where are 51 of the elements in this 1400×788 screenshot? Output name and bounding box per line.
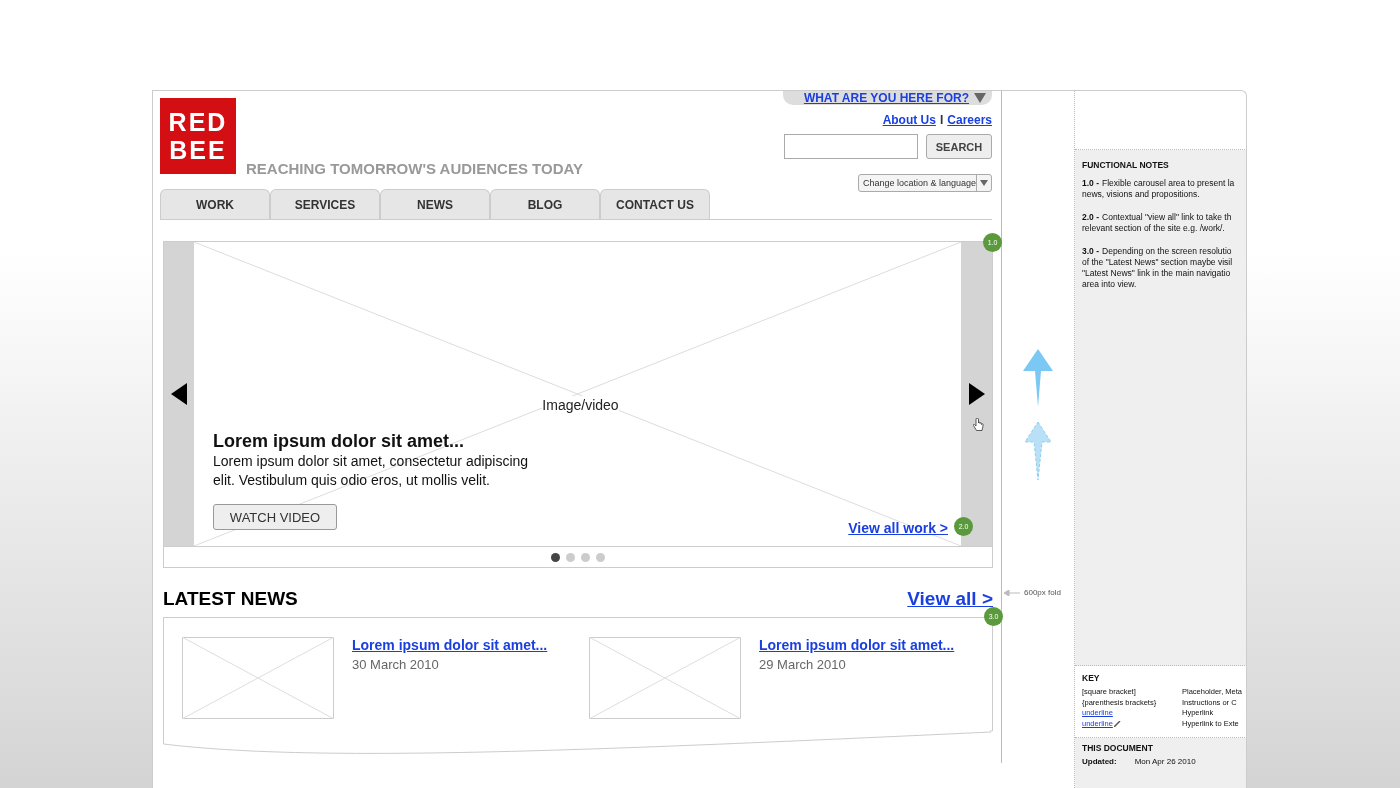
link-separator: I: [939, 113, 944, 127]
note-text: 1.0 - Flexible carousel area to present la: [1082, 178, 1236, 189]
left-arrow-icon: [1004, 589, 1020, 596]
caret-icon: [980, 180, 989, 186]
placeholder-label: Image/video: [542, 396, 619, 414]
slide-text: Lorem ipsum dolor sit amet, consectetur adipiscing elit. Vestibulum quis odio eros, ut mollis velit.: [213, 452, 530, 490]
note-text: of the "Latest News" section maybe visil: [1082, 257, 1234, 268]
external-link-icon: [1113, 720, 1121, 727]
carousel-dot[interactable]: [566, 553, 575, 562]
updated-label: Updated:: [1082, 757, 1117, 766]
fold-label: 600px fold: [1024, 588, 1061, 597]
view-all-work-link[interactable]: View all work >: [848, 520, 948, 536]
about-link[interactable]: About Us: [882, 113, 936, 127]
logo[interactable]: RED BEE: [160, 98, 236, 174]
nav-tab[interactable]: BLOG: [490, 189, 600, 219]
updated-date: Mon Apr 26 2010: [1134, 757, 1196, 766]
search-button[interactable]: SEARCH: [926, 134, 992, 159]
note-text: 2.0 - Contextual "view all" link to take th: [1082, 212, 1233, 223]
nav-tab[interactable]: NEWS: [380, 189, 490, 219]
nav-tab[interactable]: WORK: [160, 189, 270, 219]
slide-headline: Lorem ipsum dolor sit amet...: [213, 430, 465, 452]
note-text: news, visions and propositions.: [1082, 189, 1201, 200]
note-text: "Latest News" link in the main navigatio: [1082, 268, 1232, 279]
hand-cursor-icon: [972, 418, 984, 433]
dashed-up-arrow-icon: [1023, 422, 1053, 480]
note-text: relevant section of the site e.g. /work/.: [1082, 223, 1226, 234]
carousel-dot[interactable]: [551, 553, 560, 562]
news-title-link[interactable]: Lorem ipsum dolor sit amet...: [759, 637, 955, 653]
caret-icon: [974, 93, 986, 103]
nav-tab[interactable]: SERVICES: [270, 189, 380, 219]
previous-arrow-icon[interactable]: [171, 383, 187, 405]
news-date: 30 March 2010: [352, 657, 440, 672]
nav-tab[interactable]: CONTACT US: [600, 189, 710, 219]
notes-heading: FUNCTIONAL NOTES: [1082, 160, 1170, 170]
key-heading: KEY: [1082, 673, 1101, 683]
document-heading: THIS DOCUMENT: [1082, 743, 1154, 753]
audience-menu[interactable]: WHAT ARE YOU HERE FOR?: [783, 91, 992, 105]
view-all-link[interactable]: View all >: [907, 588, 993, 610]
watch-video-button[interactable]: WATCH VIDEO: [213, 504, 337, 530]
note-text: 3.0 - Depending on the screen resolutio: [1082, 246, 1233, 257]
tagline: REACHING TOMORROW'S AUDIENCES TODAY: [246, 160, 583, 177]
news-title-link[interactable]: Lorem ipsum dolor sit amet...: [352, 637, 548, 653]
note-text: area into view.: [1082, 279, 1138, 290]
carousel-dot[interactable]: [581, 553, 590, 562]
careers-link[interactable]: Careers: [947, 113, 992, 127]
search-field[interactable]: [784, 134, 918, 159]
location-select[interactable]: Change location & language: [858, 174, 992, 192]
carousel-dot[interactable]: [596, 553, 605, 562]
section-heading: LATEST NEWS: [163, 588, 298, 610]
news-date: 29 March 2010: [759, 657, 847, 672]
next-arrow-icon[interactable]: [968, 383, 985, 405]
